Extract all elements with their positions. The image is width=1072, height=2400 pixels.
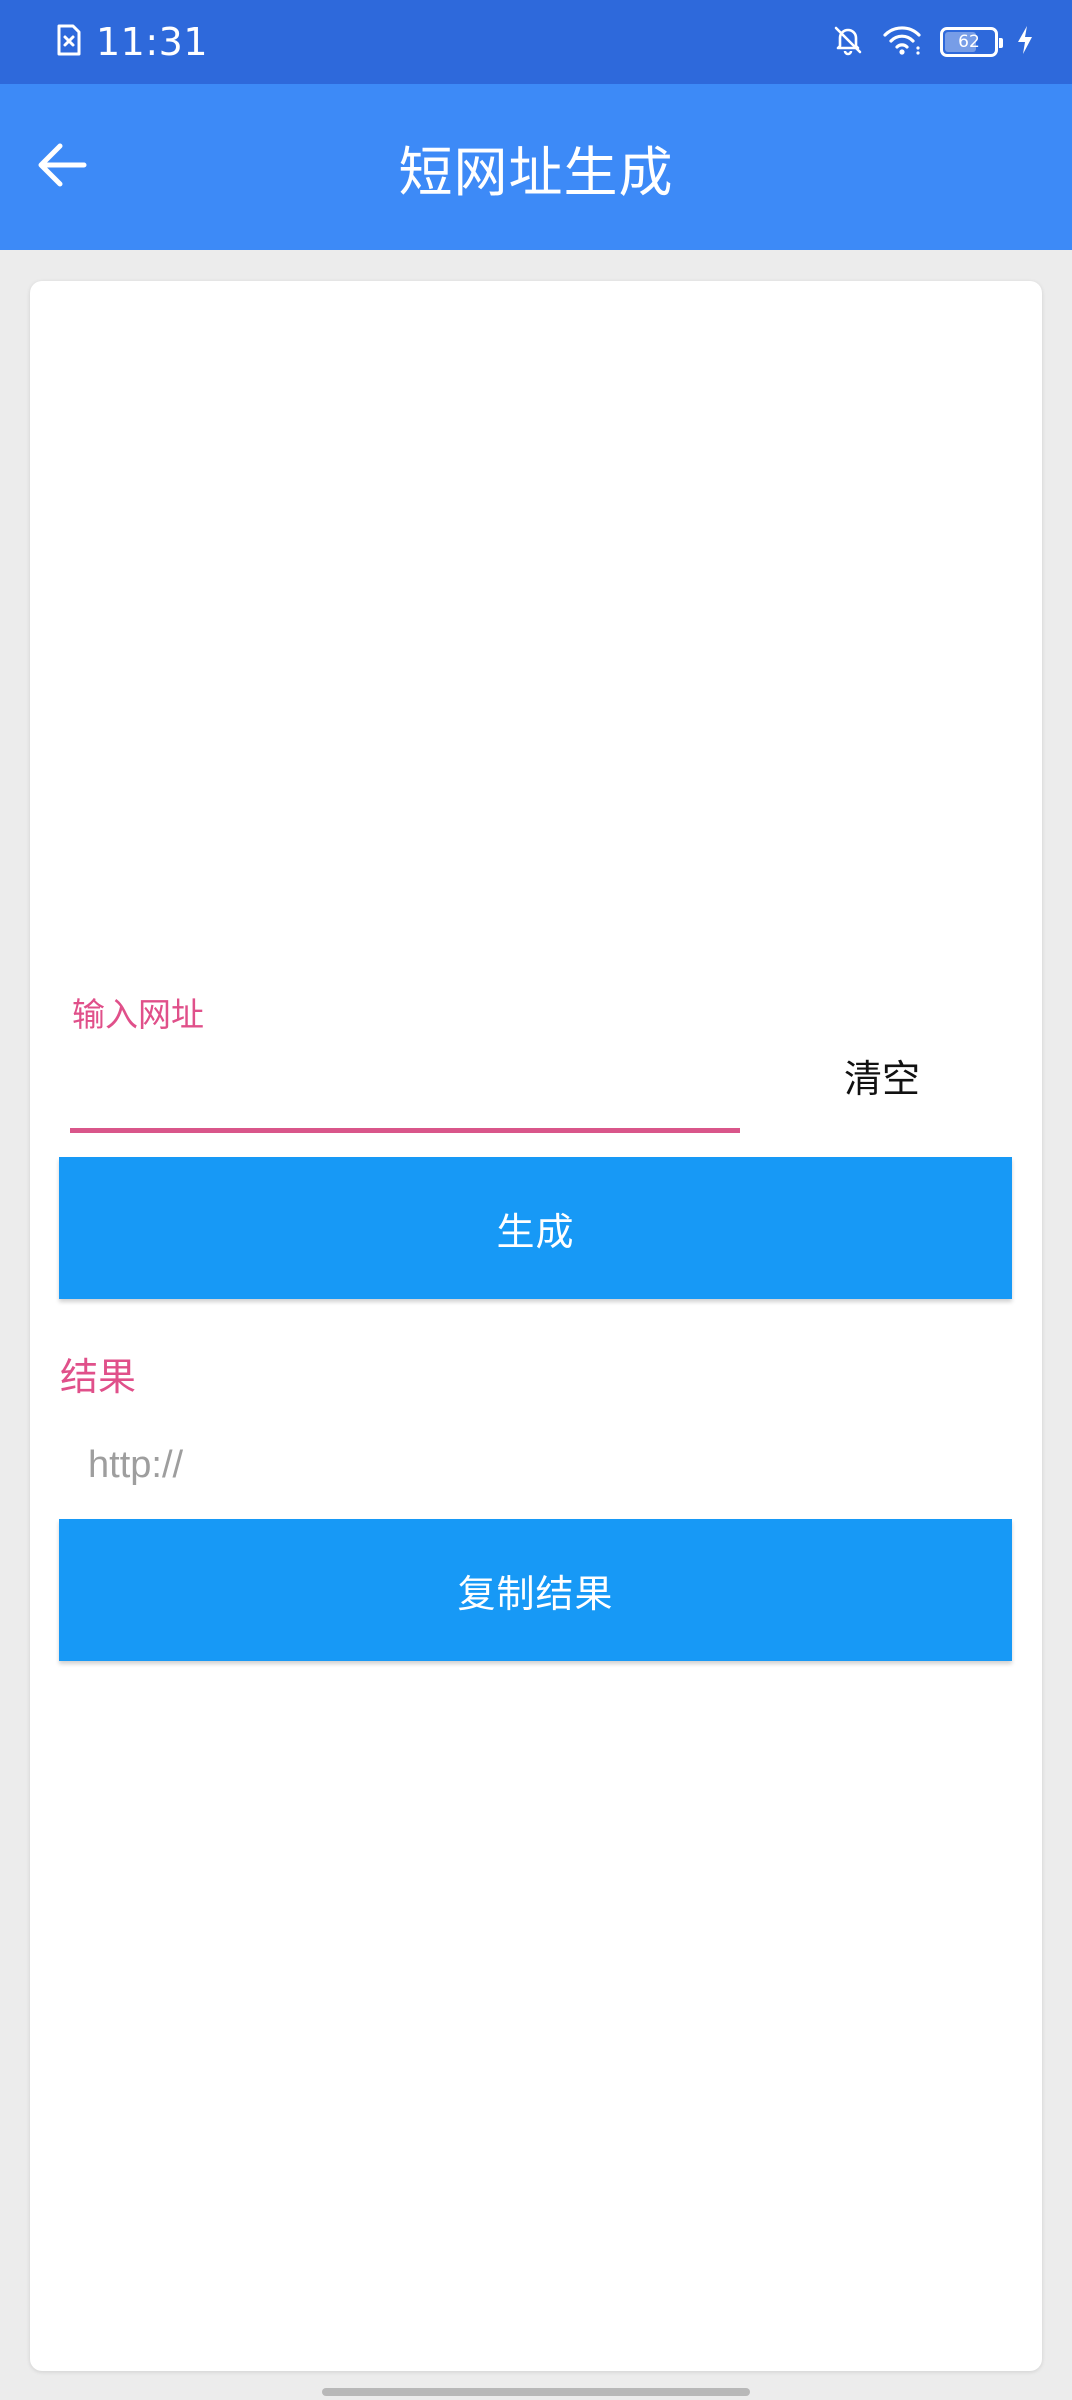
status-right: 62 [814, 18, 1034, 66]
app-bar: 短网址生成 [0, 84, 1072, 250]
status-bar: 11:31 62 [0, 0, 1072, 84]
generate-button[interactable]: 生成 [59, 1157, 1012, 1299]
arrow-left-icon [36, 141, 88, 193]
copy-result-button[interactable]: 复制结果 [59, 1519, 1012, 1661]
battery-percent: 62 [958, 31, 980, 52]
wifi-icon [882, 24, 922, 60]
battery-icon: 62 [940, 27, 1003, 57]
url-input[interactable] [72, 1036, 738, 1124]
status-left: 11:31 [56, 18, 208, 66]
clear-button[interactable]: 清空 [822, 1038, 942, 1112]
bell-off-icon [832, 24, 864, 60]
page-title: 短网址生成 [398, 140, 674, 204]
file-x-icon [56, 24, 82, 60]
back-button[interactable] [30, 135, 94, 199]
result-label: 结果 [60, 1355, 137, 1399]
status-time: 11:31 [96, 20, 209, 64]
url-input-label: 输入网址 [72, 995, 204, 1034]
result-field[interactable] [88, 1430, 988, 1500]
home-indicator[interactable] [322, 2388, 750, 2396]
url-input-underline [70, 1128, 740, 1133]
content-card [30, 281, 1042, 2371]
charging-bolt-icon [1016, 25, 1034, 59]
